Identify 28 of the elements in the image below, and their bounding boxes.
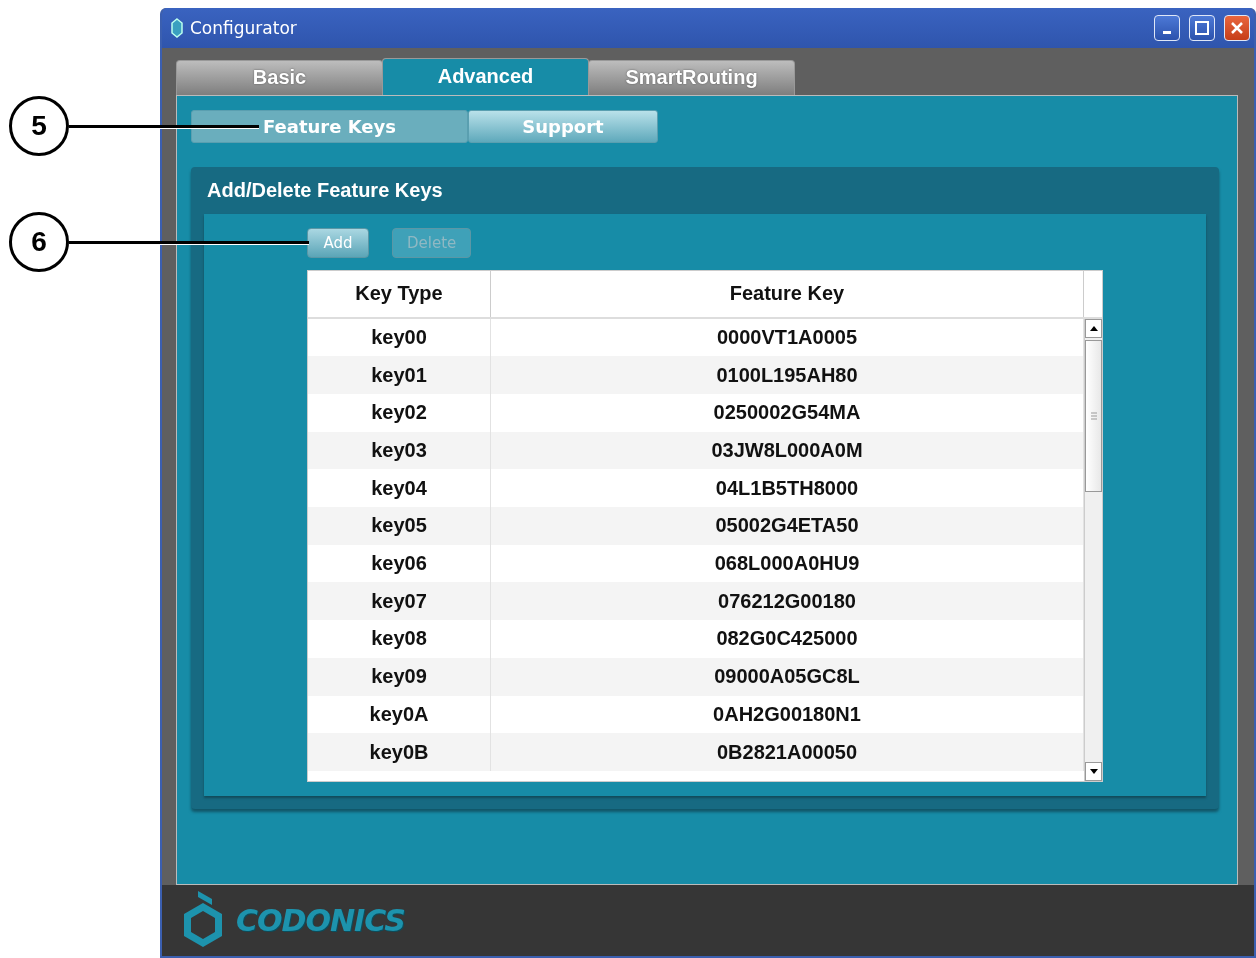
column-header[interactable]: Feature Key [491, 270, 1084, 317]
table-cell: key08 [308, 620, 491, 658]
minimize-icon [1163, 31, 1171, 35]
table-cell: key02 [308, 394, 491, 432]
tab[interactable]: SmartRouting [588, 59, 795, 95]
maximize-button[interactable] [1189, 14, 1215, 41]
scroll-down-icon[interactable] [1085, 761, 1102, 781]
callout-number: 5 [9, 96, 69, 156]
tab[interactable]: Basic [176, 59, 383, 95]
table-cell: key09 [308, 657, 491, 696]
logo-text: CODONICS [236, 902, 405, 938]
scroll-thumb[interactable] [1085, 339, 1102, 492]
minimize-button[interactable] [1154, 14, 1180, 41]
tab[interactable]: Advanced [382, 57, 589, 95]
action-button[interactable]: Add [307, 227, 369, 258]
table-cell: key05 [308, 507, 491, 545]
close-button[interactable] [1224, 14, 1250, 41]
callout-number: 6 [9, 212, 69, 272]
table-cell: key0B [308, 733, 491, 771]
subtab[interactable]: Support [468, 109, 658, 143]
window-title: Configurator [190, 17, 298, 38]
maximize-icon [1195, 20, 1209, 35]
group-title: Add/Delete Feature Keys [206, 177, 444, 203]
app-icon [170, 16, 184, 39]
close-icon [1230, 20, 1244, 35]
column-header[interactable]: Key Type [308, 270, 491, 317]
subtab[interactable]: Feature Keys [191, 109, 468, 143]
scrollbar[interactable] [1084, 318, 1102, 781]
